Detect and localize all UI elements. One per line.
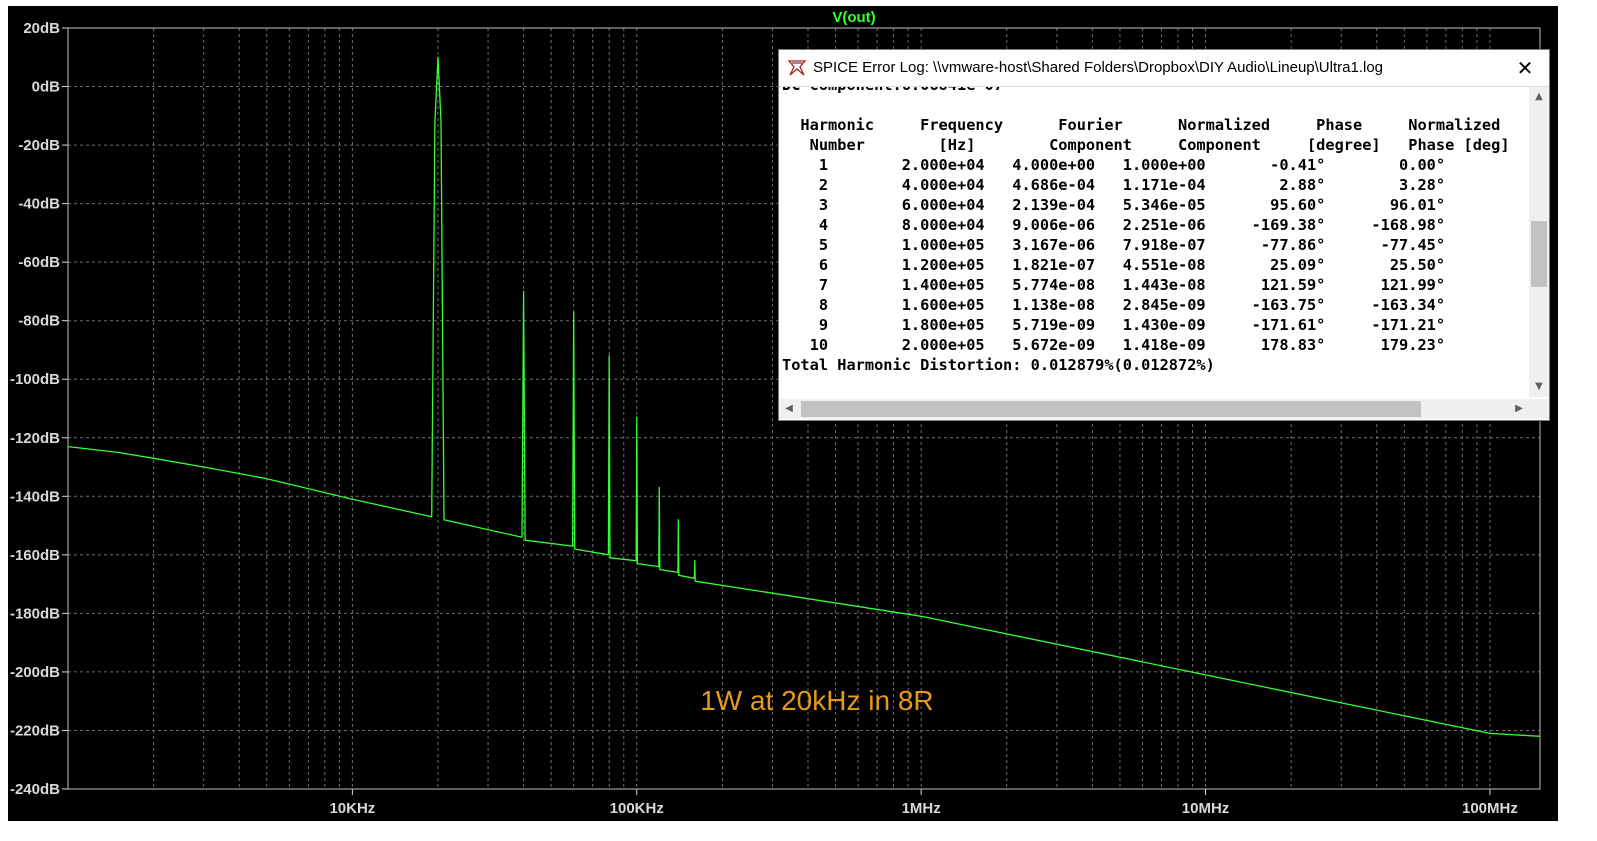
log-titlebar[interactable]: SPICE Error Log: \\vmware-host\Shared Fo…	[779, 50, 1549, 87]
scroll-left-icon[interactable]: ◀	[779, 399, 799, 419]
log-window-title: SPICE Error Log: \\vmware-host\Shared Fo…	[813, 59, 1383, 76]
scroll-corner	[1529, 399, 1549, 419]
y-tick-label: -20dB	[18, 137, 60, 154]
y-tick-label: -40dB	[18, 196, 60, 213]
y-tick-label: -200dB	[10, 664, 60, 681]
y-tick-label: -120dB	[10, 430, 60, 447]
y-tick-label: 20dB	[23, 20, 60, 37]
y-tick-label: -240dB	[10, 781, 60, 798]
trace-title: V(out)	[832, 9, 875, 26]
x-tick-label: 100MHz	[1462, 800, 1518, 817]
scroll-up-icon[interactable]: ▲	[1529, 87, 1549, 107]
spice-error-log-window[interactable]: SPICE Error Log: \\vmware-host\Shared Fo…	[778, 49, 1550, 421]
y-tick-label: -60dB	[18, 254, 60, 271]
horizontal-scrollbar[interactable]: ◀ ▶	[779, 399, 1529, 419]
y-tick-label: -100dB	[10, 371, 60, 388]
y-tick-label: 0dB	[32, 79, 61, 96]
scroll-right-icon[interactable]: ▶	[1509, 399, 1529, 419]
scroll-down-icon[interactable]: ▼	[1529, 377, 1549, 397]
x-tick-label: 100KHz	[610, 800, 664, 817]
horizontal-scroll-thumb[interactable]	[801, 401, 1421, 417]
y-tick-label: -140dB	[10, 488, 60, 505]
x-tick-label: 10MHz	[1182, 800, 1230, 817]
vertical-scrollbar[interactable]: ▲ ▼	[1529, 87, 1549, 397]
ltspice-app-icon	[787, 60, 807, 76]
log-text-area[interactable]: DC component:6.06841e-07 Harmonic Freque…	[779, 87, 1529, 397]
x-tick-label: 10KHz	[329, 800, 375, 817]
vertical-scroll-thumb[interactable]	[1531, 221, 1547, 287]
y-tick-label: -180dB	[10, 605, 60, 622]
y-tick-label: -80dB	[18, 313, 60, 330]
plot-annotation: 1W at 20kHz in 8R	[700, 685, 933, 716]
fourier-analysis-text: DC component:6.06841e-07 Harmonic Freque…	[782, 87, 1510, 374]
x-tick-label: 1MHz	[902, 800, 941, 817]
y-tick-label: -220dB	[10, 722, 60, 739]
y-tick-label: -160dB	[10, 547, 60, 564]
close-icon[interactable]: ✕	[1505, 52, 1545, 84]
